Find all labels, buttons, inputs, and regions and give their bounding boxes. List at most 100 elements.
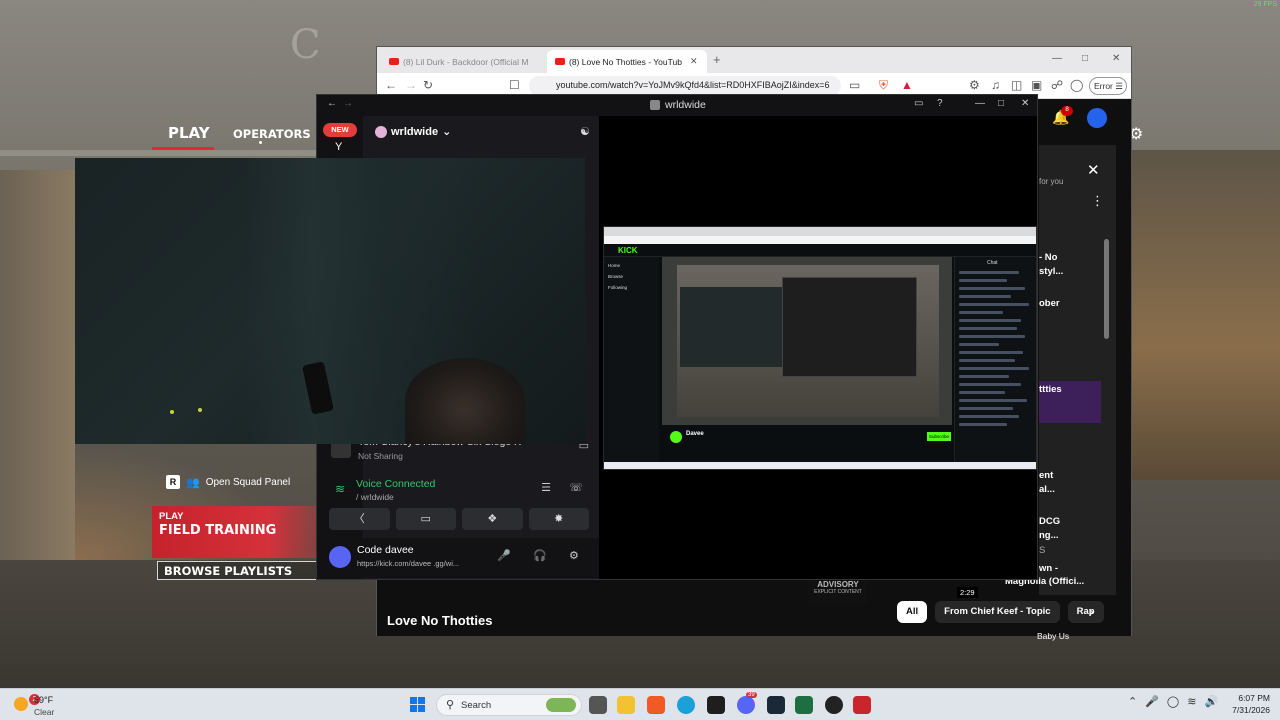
headphones-icon[interactable]: 🎧 bbox=[533, 549, 547, 562]
edge-icon[interactable] bbox=[677, 696, 695, 714]
maximize-icon[interactable]: □ bbox=[1082, 53, 1088, 64]
reload-icon[interactable]: ↻ bbox=[423, 78, 433, 92]
taskbar-clock[interactable]: 6:07 PM 7/31/2026 bbox=[1224, 692, 1270, 716]
voice-status[interactable]: Voice Connected bbox=[356, 478, 435, 490]
avatar[interactable] bbox=[1087, 108, 1107, 128]
chat-line bbox=[959, 271, 1019, 274]
terminal-icon[interactable] bbox=[707, 696, 725, 714]
open-squad-panel[interactable]: R 👥 Open Squad Panel bbox=[166, 475, 290, 489]
error-button[interactable]: Error ☰ bbox=[1089, 77, 1127, 95]
r6-siege-icon[interactable] bbox=[853, 696, 871, 714]
server-avatar-icon bbox=[375, 125, 387, 138]
forward-icon[interactable]: → bbox=[343, 98, 353, 109]
noise-suppression-icon[interactable]: ☰ bbox=[541, 481, 551, 494]
playlist-item-text[interactable]: - No bbox=[1039, 252, 1057, 264]
excel-icon[interactable] bbox=[795, 696, 813, 714]
game-nav-operators[interactable]: OPERATORS bbox=[233, 127, 311, 141]
chevron-up-icon[interactable]: ⌃ bbox=[1128, 695, 1137, 708]
username[interactable]: Code davee bbox=[357, 544, 414, 556]
address-bar[interactable]: youtube.com/watch?v=YoJMv9kQfd4&list=RD0… bbox=[529, 76, 841, 96]
close-icon[interactable]: ✕ bbox=[1112, 53, 1120, 64]
playlist-item-text[interactable]: ober bbox=[1039, 298, 1060, 310]
more-options-icon[interactable]: ⋮ bbox=[1091, 193, 1104, 209]
minimize-icon[interactable]: — bbox=[1052, 53, 1062, 64]
forward-icon[interactable]: → bbox=[405, 78, 417, 92]
avatar[interactable] bbox=[329, 546, 351, 568]
browser-tab-active[interactable]: (8) Love No Thotties - YouTub ✕ bbox=[547, 50, 707, 73]
playlist-item-text[interactable]: styl... bbox=[1039, 266, 1063, 278]
close-icon[interactable]: ✕ bbox=[1087, 161, 1100, 179]
playlist-subtitle: for you bbox=[1039, 177, 1064, 186]
weather-widget[interactable]: 2 69°F Clear bbox=[12, 693, 92, 717]
menu-icon: ☰ bbox=[1115, 81, 1123, 91]
playlist-item-text[interactable]: ent bbox=[1039, 470, 1053, 482]
chip-rap[interactable]: Rap bbox=[1067, 601, 1104, 623]
new-tab-button[interactable]: + bbox=[713, 52, 721, 67]
playlist-item-text[interactable]: DCG bbox=[1039, 516, 1060, 528]
steam-icon[interactable] bbox=[767, 696, 785, 714]
task-view-icon[interactable] bbox=[589, 696, 607, 714]
minimize-icon[interactable]: — bbox=[975, 98, 985, 109]
scrollbar[interactable] bbox=[1104, 239, 1109, 339]
help-icon[interactable]: ? bbox=[937, 98, 943, 109]
disconnect-icon[interactable]: ☏ bbox=[569, 481, 583, 494]
wallet-icon[interactable]: ▣ bbox=[1031, 78, 1042, 92]
inbox-icon[interactable]: ▭ bbox=[914, 98, 923, 109]
server-letter-y[interactable]: Y bbox=[335, 141, 342, 153]
activities-button[interactable]: ❖ bbox=[462, 508, 523, 530]
playlist-item-text[interactable]: ng... bbox=[1039, 530, 1059, 542]
playlist-item-text[interactable]: wn - bbox=[1039, 563, 1058, 575]
invite-people-icon[interactable]: ☯ bbox=[580, 125, 590, 138]
server-name-header[interactable]: wrldwide ⌄ bbox=[375, 125, 451, 138]
field-training-card[interactable]: PLAY FIELD TRAINING bbox=[152, 506, 318, 558]
start-button[interactable] bbox=[410, 697, 426, 713]
music-icon[interactable]: ♫ bbox=[991, 78, 1000, 92]
bookmark-icon[interactable]: ☐ bbox=[509, 78, 520, 92]
camera-off-button[interactable]: 〈 bbox=[329, 508, 390, 530]
sidebar-icon[interactable]: ◫ bbox=[1011, 78, 1022, 92]
sun-icon bbox=[14, 697, 28, 711]
rewards-icon[interactable]: ▲ bbox=[901, 78, 913, 92]
advisory-bottom: EXPLICIT CONTENT bbox=[814, 589, 862, 595]
signal-icon: ≋ bbox=[335, 482, 346, 496]
chat-line bbox=[959, 343, 999, 346]
kick-logo: KICK bbox=[618, 246, 638, 255]
discord-title-text: wrldwide bbox=[665, 99, 706, 111]
voice-channel[interactable]: / wrldwide bbox=[356, 492, 394, 502]
extensions-icon[interactable]: ⚙ bbox=[969, 78, 980, 92]
webcam-light bbox=[198, 408, 202, 412]
screen-share-button[interactable]: ▭ bbox=[395, 508, 456, 530]
close-tab-icon[interactable]: ✕ bbox=[690, 56, 698, 67]
brave-icon[interactable] bbox=[647, 696, 665, 714]
microphone-icon[interactable]: 🎤 bbox=[1145, 695, 1159, 708]
share-icon[interactable]: ☍ bbox=[1051, 78, 1063, 92]
browser-tab[interactable]: (8) Lil Durk - Backdoor (Official M bbox=[381, 50, 549, 73]
chat-line bbox=[959, 375, 1009, 378]
soundboard-button[interactable]: ✸ bbox=[528, 508, 589, 530]
gear-icon[interactable]: ⚙ bbox=[569, 549, 579, 562]
taskbar-search[interactable]: ⚲ Search bbox=[436, 694, 582, 716]
maximize-icon[interactable]: □ bbox=[998, 98, 1004, 109]
stream-preview[interactable]: KICK Home Browse Following Davee Subscri… bbox=[603, 226, 1037, 470]
volume-icon[interactable]: 🔊 bbox=[1204, 695, 1218, 708]
chip-chief-keef[interactable]: From Chief Keef - Topic bbox=[935, 601, 1060, 623]
game-nav-play[interactable]: PLAY bbox=[168, 124, 210, 142]
obs-icon[interactable] bbox=[825, 696, 843, 714]
playlist-item-text[interactable]: al... bbox=[1039, 484, 1055, 496]
meet-now-icon[interactable]: ◯ bbox=[1167, 695, 1179, 708]
playlist-item-text[interactable]: Baby Us bbox=[1037, 631, 1069, 641]
discord-icon[interactable] bbox=[737, 696, 755, 714]
vpn-icon[interactable]: ◯ bbox=[1070, 78, 1083, 92]
close-icon[interactable]: ✕ bbox=[1021, 98, 1029, 109]
chevron-right-icon[interactable]: › bbox=[1089, 603, 1094, 619]
brave-shield-icon[interactable]: ⛨ bbox=[879, 78, 888, 93]
browse-playlists-button[interactable]: BROWSE PLAYLISTS bbox=[157, 561, 317, 580]
microphone-icon[interactable]: 🎤 bbox=[497, 549, 511, 562]
network-icon[interactable]: ≋ bbox=[1187, 695, 1196, 708]
chip-all[interactable]: All bbox=[897, 601, 928, 623]
back-icon[interactable]: ← bbox=[327, 98, 337, 109]
file-explorer-icon[interactable] bbox=[617, 696, 635, 714]
back-icon[interactable]: ← bbox=[385, 78, 397, 92]
playlist-item-text[interactable]: ttties bbox=[1039, 384, 1062, 396]
cast-icon[interactable]: ▭ bbox=[849, 78, 860, 92]
